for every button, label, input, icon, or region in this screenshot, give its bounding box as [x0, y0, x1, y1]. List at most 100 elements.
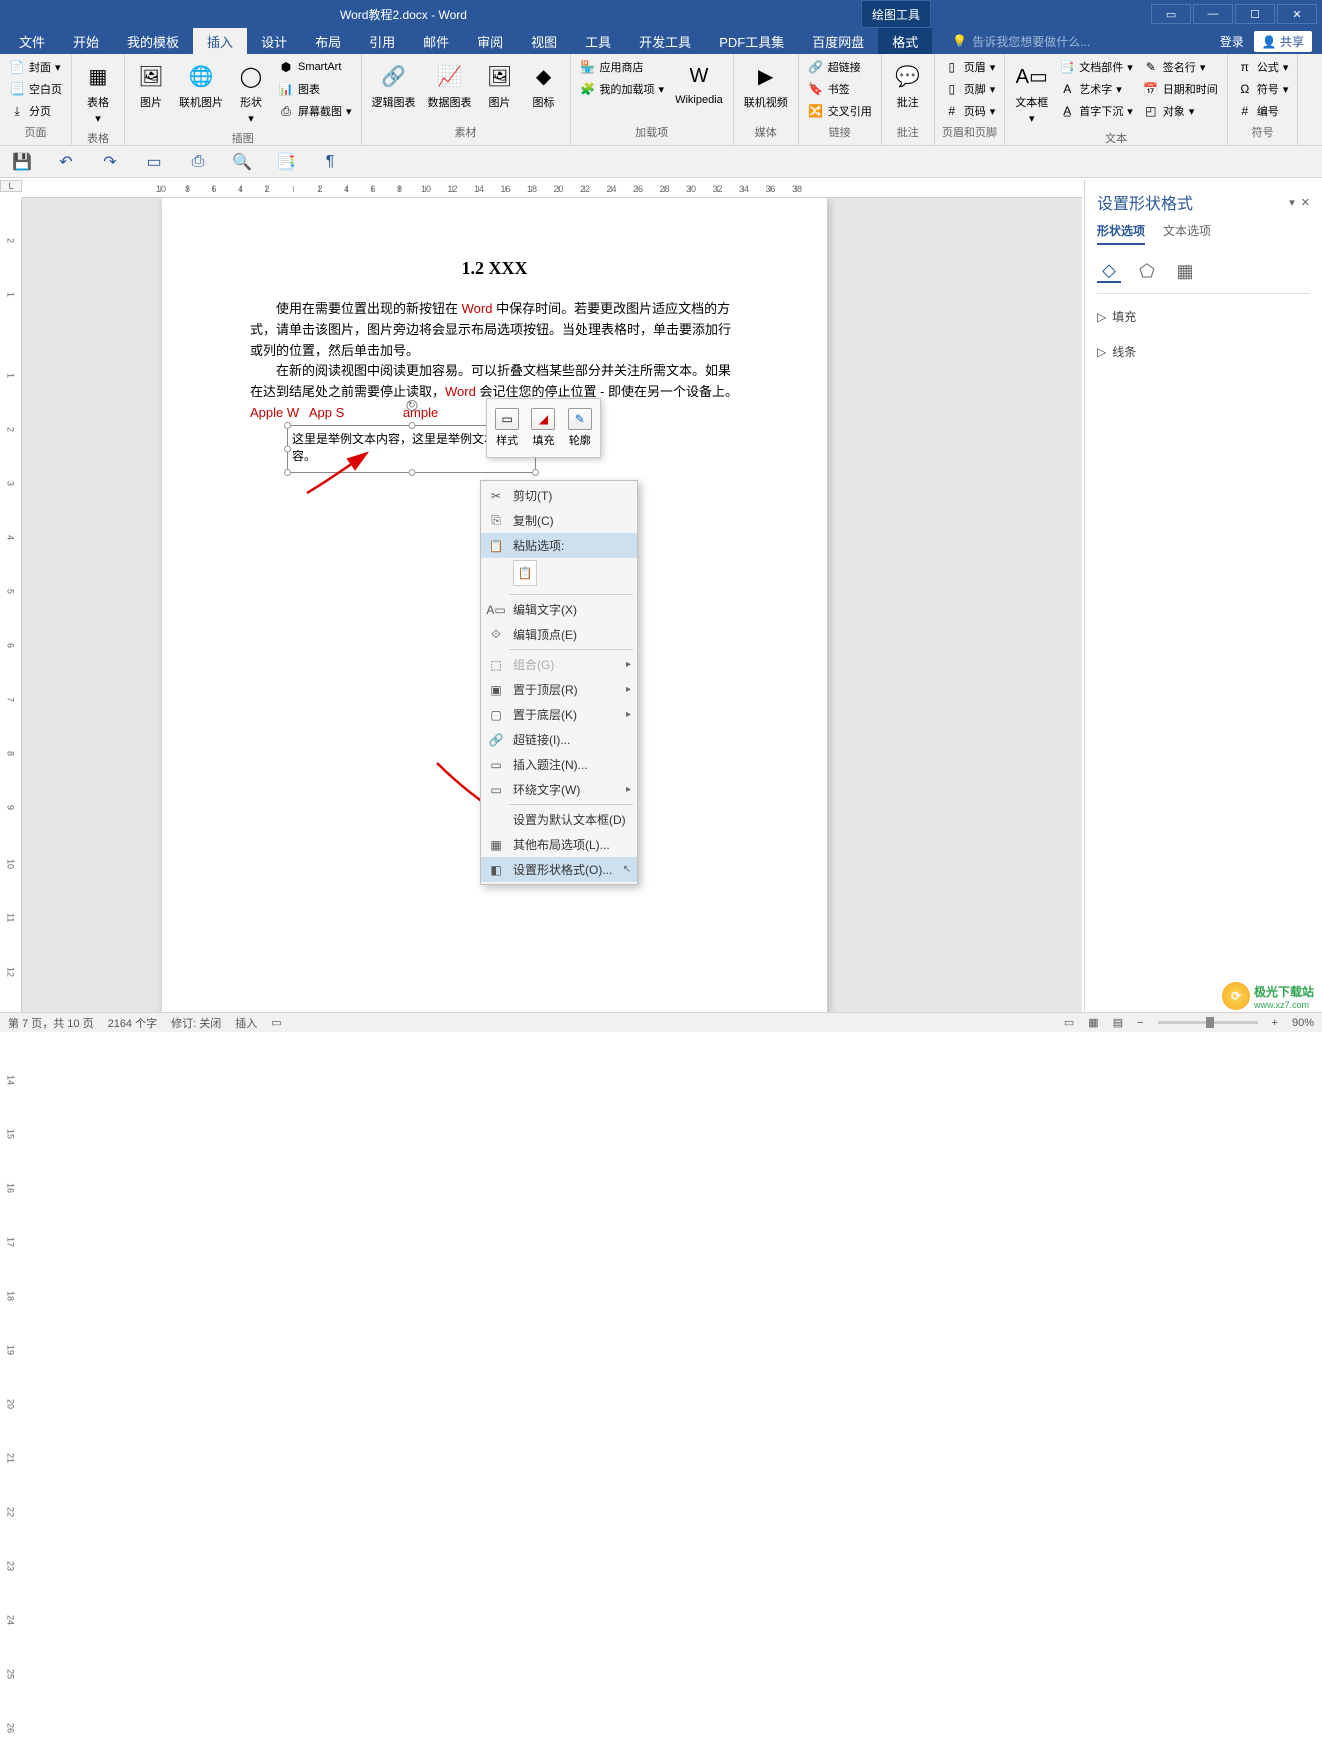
hyperlink-button[interactable]: 🔗超链接 — [805, 57, 875, 77]
tab-references[interactable]: 引用 — [355, 28, 409, 54]
tab-mailings[interactable]: 邮件 — [409, 28, 463, 54]
resize-handle-s[interactable] — [408, 469, 415, 476]
tab-view[interactable]: 视图 — [517, 28, 571, 54]
qat-btn-4[interactable]: ▭ — [142, 150, 166, 174]
wordart-button[interactable]: A艺术字 ▾ — [1056, 79, 1136, 99]
status-mode[interactable]: 插入 — [235, 1015, 257, 1031]
layout-tab-icon[interactable]: ▦ — [1173, 259, 1197, 283]
tab-file[interactable]: 文件 — [5, 28, 59, 54]
ctx-send-back[interactable]: ▢置于底层(K)▸ — [481, 702, 637, 727]
resize-handle-w[interactable] — [284, 446, 291, 453]
undo-button[interactable]: ↶ — [54, 150, 78, 174]
resize-handle-se[interactable] — [532, 469, 539, 476]
zoom-out-button[interactable]: − — [1137, 1017, 1143, 1029]
dropcap-button[interactable]: A̲首字下沉 ▾ — [1056, 101, 1136, 121]
horizontal-ruler[interactable]: 1086422468101214161820222426283032343638 — [22, 180, 1082, 198]
qat-btn-7[interactable]: 📑 — [274, 150, 298, 174]
ctx-edit-points[interactable]: ⟐编辑顶点(E) — [481, 622, 637, 647]
comment-button[interactable]: 💬批注 — [888, 57, 928, 113]
material-picture-button[interactable]: 🖼图片 — [480, 57, 520, 113]
data-chart-button[interactable]: 📈数据图表 — [424, 57, 476, 113]
symbol-button[interactable]: Ω符号 ▾ — [1234, 79, 1292, 99]
login-link[interactable]: 登录 — [1220, 33, 1244, 50]
qat-btn-8[interactable]: ¶ — [318, 150, 342, 174]
ctx-paste-picture[interactable]: 📋 — [513, 560, 537, 586]
pane-close-icon[interactable]: ✕ — [1301, 196, 1310, 209]
fill-line-tab-icon[interactable]: ◇ — [1097, 259, 1121, 283]
datetime-button[interactable]: 📅日期和时间 — [1140, 79, 1221, 99]
zoom-in-button[interactable]: + — [1272, 1017, 1278, 1029]
share-button[interactable]: 👤 共享 — [1254, 31, 1312, 52]
status-page[interactable]: 第 7 页，共 10 页 — [8, 1015, 94, 1031]
ribbon-options-icon[interactable]: ▭ — [1151, 4, 1191, 24]
redo-button[interactable]: ↷ — [98, 150, 122, 174]
ctx-edit-text[interactable]: A▭编辑文字(X) — [481, 597, 637, 622]
ctx-copy[interactable]: ⎘复制(C) — [481, 508, 637, 533]
zoom-slider[interactable] — [1158, 1021, 1258, 1024]
blank-page-button[interactable]: 📃空白页 — [6, 79, 65, 99]
footer-button[interactable]: ▯页脚 ▾ — [941, 79, 999, 99]
tab-layout[interactable]: 布局 — [301, 28, 355, 54]
logic-chart-button[interactable]: 🔗逻辑图表 — [368, 57, 420, 113]
qat-btn-5[interactable]: ⎙ — [186, 150, 210, 174]
equation-button[interactable]: π公式 ▾ — [1234, 57, 1292, 77]
ctx-bring-front[interactable]: ▣置于顶层(R)▸ — [481, 677, 637, 702]
tab-mytemplates[interactable]: 我的模板 — [113, 28, 193, 54]
smartart-button[interactable]: ⬢SmartArt — [275, 57, 355, 77]
screenshot-button[interactable]: ⎙屏幕截图 ▾ — [275, 101, 355, 121]
fill-section[interactable]: ▷填充 — [1097, 304, 1310, 329]
ctx-default-textbox[interactable]: 设置为默认文本框(D) — [481, 807, 637, 832]
tab-review[interactable]: 审阅 — [463, 28, 517, 54]
ctx-more-layout[interactable]: ▦其他布局选项(L)... — [481, 832, 637, 857]
header-button[interactable]: ▯页眉 ▾ — [941, 57, 999, 77]
mini-outline-button[interactable]: ✎轮廓 — [563, 402, 597, 454]
resize-handle-n[interactable] — [408, 422, 415, 429]
page-break-button[interactable]: ⤓分页 — [6, 101, 65, 121]
shape-options-tab[interactable]: 形状选项 — [1097, 222, 1145, 245]
ctx-cut[interactable]: ✂剪切(T) — [481, 483, 637, 508]
table-button[interactable]: ▦表格▾ — [78, 57, 118, 128]
wikipedia-button[interactable]: WWikipedia — [671, 57, 727, 109]
save-button[interactable]: 💾 — [10, 150, 34, 174]
tab-tools[interactable]: 工具 — [571, 28, 625, 54]
view-print-icon[interactable]: ▦ — [1088, 1016, 1098, 1029]
tab-baidu[interactable]: 百度网盘 — [798, 28, 878, 54]
tab-developer[interactable]: 开发工具 — [625, 28, 705, 54]
chart-button[interactable]: 📊图表 — [275, 79, 355, 99]
qat-btn-6[interactable]: 🔍 — [230, 150, 254, 174]
tab-format[interactable]: 格式 — [878, 28, 932, 54]
minimize-icon[interactable]: — — [1193, 4, 1233, 24]
pagenum-button[interactable]: #页码 ▾ — [941, 101, 999, 121]
resize-handle-nw[interactable] — [284, 422, 291, 429]
tell-me-search[interactable]: 💡 告诉我您想要做什么... — [932, 33, 1219, 50]
ctx-format-shape[interactable]: ◧设置形状格式(O)...↖ — [481, 857, 637, 882]
status-track[interactable]: 修订: 关闭 — [171, 1015, 221, 1031]
number-button[interactable]: #编号 — [1234, 101, 1292, 121]
signature-button[interactable]: ✎签名行 ▾ — [1140, 57, 1221, 77]
tab-design[interactable]: 设计 — [247, 28, 301, 54]
effects-tab-icon[interactable]: ⬠ — [1135, 259, 1159, 283]
tab-home[interactable]: 开始 — [59, 28, 113, 54]
vertical-ruler[interactable]: 2112345678910111213141516171819202122232… — [0, 198, 22, 1012]
resize-handle-sw[interactable] — [284, 469, 291, 476]
line-section[interactable]: ▷线条 — [1097, 339, 1310, 364]
object-button[interactable]: ◰对象 ▾ — [1140, 101, 1221, 121]
pane-dropdown-icon[interactable]: ▾ — [1289, 196, 1295, 209]
mini-fill-button[interactable]: ◢填充 — [526, 402, 560, 454]
text-options-tab[interactable]: 文本选项 — [1163, 222, 1211, 245]
tab-pdf[interactable]: PDF工具集 — [705, 28, 798, 54]
bookmark-button[interactable]: 🔖书签 — [805, 79, 875, 99]
ctx-insert-caption[interactable]: ▭插入题注(N)... — [481, 752, 637, 777]
quickparts-button[interactable]: 📑文档部件 ▾ — [1056, 57, 1136, 77]
shapes-button[interactable]: ◯形状▾ — [231, 57, 271, 128]
pictures-button[interactable]: 🖼图片 — [131, 57, 171, 113]
my-addins-button[interactable]: 🧩我的加载项 ▾ — [577, 79, 668, 99]
mini-style-button[interactable]: ▭样式 — [490, 402, 524, 454]
view-web-icon[interactable]: ▤ — [1113, 1016, 1123, 1029]
store-button[interactable]: 🏪应用商店 — [577, 57, 668, 77]
zoom-level[interactable]: 90% — [1292, 1017, 1314, 1029]
maximize-icon[interactable]: ☐ — [1235, 4, 1275, 24]
status-words[interactable]: 2164 个字 — [108, 1015, 158, 1031]
online-pictures-button[interactable]: 🌐联机图片 — [175, 57, 227, 113]
status-extra-icon[interactable]: ▭ — [271, 1016, 281, 1029]
